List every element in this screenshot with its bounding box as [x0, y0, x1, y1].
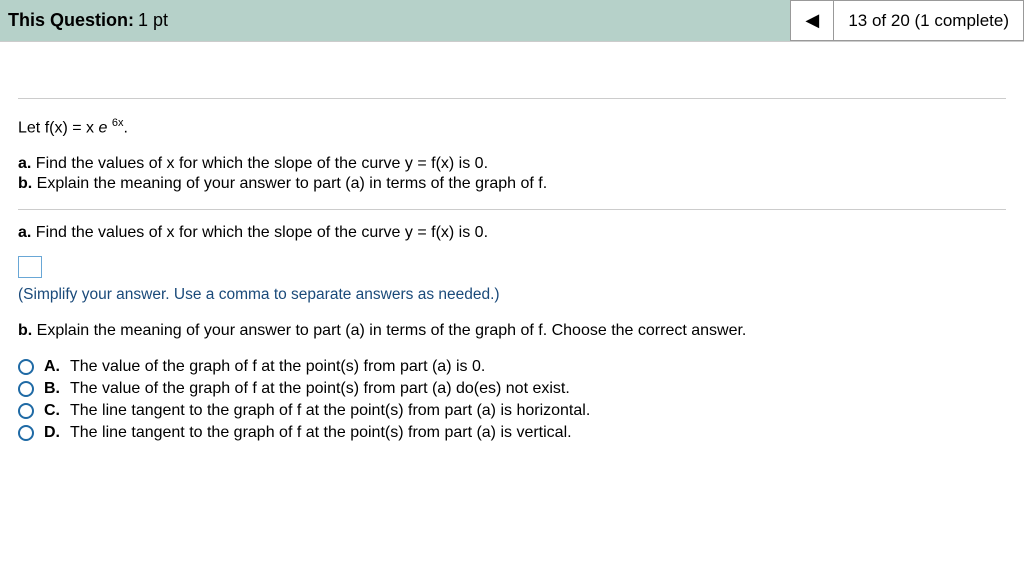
divider: [18, 209, 1006, 210]
choice-d-text: The line tangent to the graph of f at th…: [70, 424, 572, 442]
part-a-label: a.: [18, 155, 31, 172]
choice-c-text: The line tangent to the graph of f at th…: [70, 402, 590, 420]
choice-a-label: A.: [44, 358, 62, 376]
choice-c[interactable]: C. The line tangent to the graph of f at…: [18, 402, 1006, 420]
part-b-text: Explain the meaning of your answer to pa…: [37, 175, 547, 192]
choice-b[interactable]: B. The value of the graph of f at the po…: [18, 380, 1006, 398]
choice-b-label: B.: [44, 380, 62, 398]
progress-indicator[interactable]: 13 of 20 (1 complete): [834, 0, 1024, 41]
part-b-label: b.: [18, 175, 32, 192]
prompt-b: b. Explain the meaning of your answer to…: [18, 322, 1006, 340]
func-exponent: 6x: [112, 117, 124, 129]
question-parts: a. Find the values of x for which the sl…: [18, 155, 1006, 193]
func-prefix: Let f(x) = x: [18, 119, 94, 136]
header-title: This Question: 1 pt: [0, 0, 790, 41]
choice-a[interactable]: A. The value of the graph of f at the po…: [18, 358, 1006, 376]
prompt-a-text: Find the values of x for which the slope…: [36, 224, 488, 241]
func-suffix: .: [123, 119, 127, 136]
divider: [18, 98, 1006, 99]
prompt-a-label: a.: [18, 224, 31, 241]
prompt-b-text: Explain the meaning of your answer to pa…: [37, 322, 747, 339]
triangle-left-icon: ◀: [805, 10, 819, 31]
choice-c-label: C.: [44, 402, 62, 420]
radio-c[interactable]: [18, 403, 34, 419]
prompt-a: a. Find the values of x for which the sl…: [18, 224, 1006, 242]
radio-d[interactable]: [18, 425, 34, 441]
part-b-line: b. Explain the meaning of your answer to…: [18, 175, 1006, 193]
radio-b[interactable]: [18, 381, 34, 397]
header-points: 1 pt: [138, 10, 168, 31]
choice-b-text: The value of the graph of f at the point…: [70, 380, 570, 398]
answer-input-a[interactable]: [18, 256, 42, 278]
choice-d[interactable]: D. The line tangent to the graph of f at…: [18, 424, 1006, 442]
choice-list: A. The value of the graph of f at the po…: [18, 358, 1006, 442]
prev-button[interactable]: ◀: [790, 0, 834, 41]
question-header: This Question: 1 pt ◀ 13 of 20 (1 comple…: [0, 0, 1024, 42]
function-definition: Let f(x) = x e 6x.: [18, 117, 1006, 137]
part-a-line: a. Find the values of x for which the sl…: [18, 155, 1006, 173]
question-body: Let f(x) = x e 6x. a. Find the values of…: [0, 42, 1024, 456]
part-a-text: Find the values of x for which the slope…: [36, 155, 488, 172]
answer-hint: (Simplify your answer. Use a comma to se…: [18, 286, 1006, 304]
choice-a-text: The value of the graph of f at the point…: [70, 358, 485, 376]
header-title-bold: This Question:: [8, 10, 134, 31]
radio-a[interactable]: [18, 359, 34, 375]
progress-text: 13 of 20 (1 complete): [848, 11, 1009, 31]
func-e: e: [98, 119, 107, 136]
prompt-b-label: b.: [18, 322, 32, 339]
choice-d-label: D.: [44, 424, 62, 442]
